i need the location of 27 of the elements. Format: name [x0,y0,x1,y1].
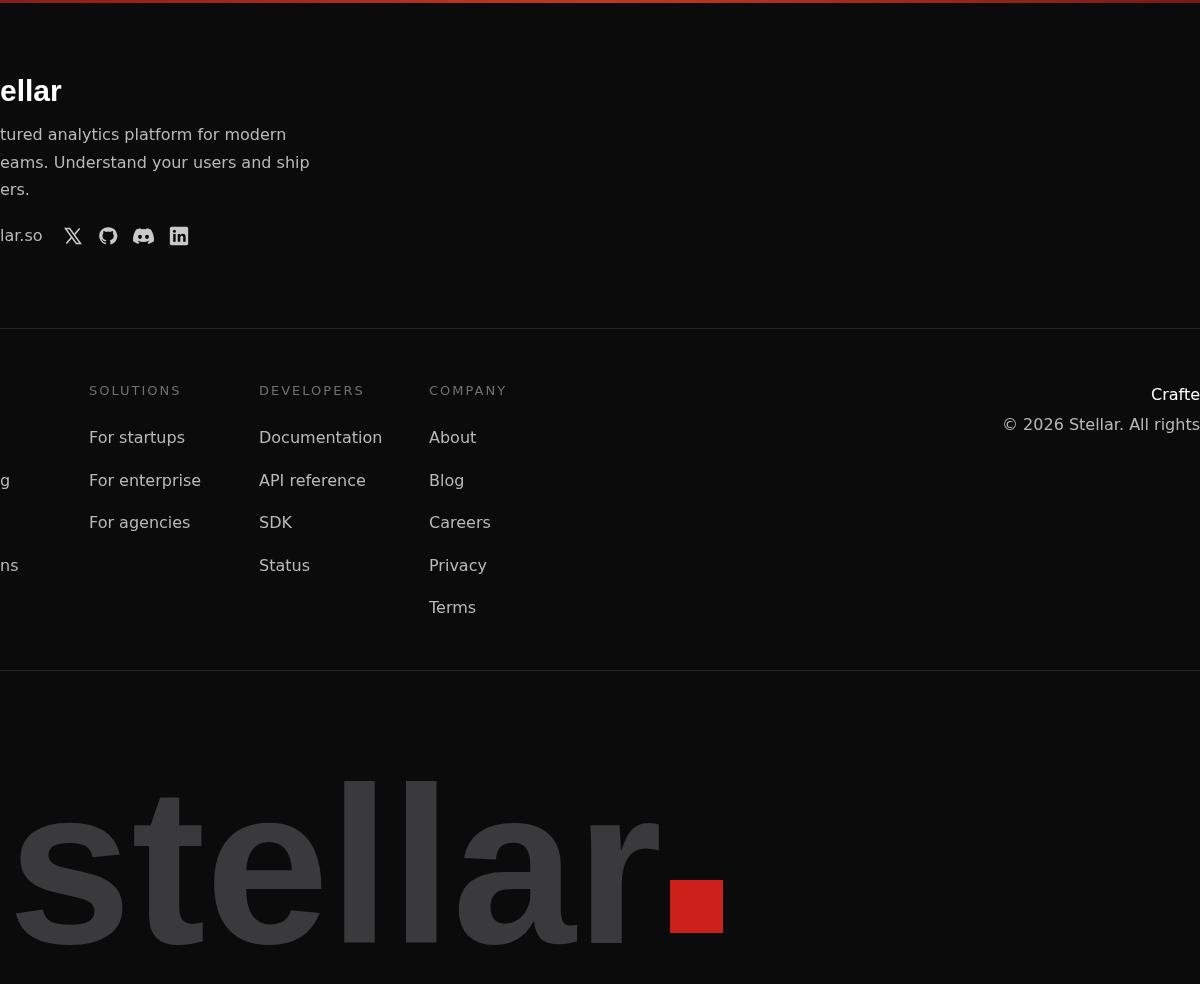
footer-link[interactable]: ns [0,554,19,577]
footer-link[interactable]: For startups [89,427,185,449]
footer-link[interactable]: For agencies [89,512,191,534]
footer-link[interactable]: SDK [259,512,292,534]
footer-link[interactable]: Blog [429,469,465,492]
copyright-text: © 2026 Stellar. All rights [1002,414,1200,436]
column-heading: DEVELOPERS [259,382,365,400]
footer-link[interactable]: API reference [259,469,366,492]
accent-square [670,880,724,933]
brand-description: tured analytics platform for modern eams. Understand your users and ship ers. [0,124,311,201]
brand-name: ellar [0,73,62,109]
email-link[interactable]: lar.so [0,226,43,245]
github-logo-icon[interactable] [97,225,118,246]
footer-link[interactable]: For enterprise [89,469,202,492]
footer-link[interactable]: About [429,427,477,449]
column-heading: SOLUTIONS [89,382,182,400]
linkedin-logo-icon[interactable] [168,225,189,246]
discord-logo-icon[interactable] [132,227,154,244]
footer-link[interactable]: g [0,469,11,492]
footer-link[interactable]: Status [259,554,310,577]
footer-link[interactable]: Documentation [259,427,383,449]
crafted-text: Crafte [1150,384,1200,406]
x-logo-icon[interactable] [62,225,83,246]
column-heading: COMPANY [429,382,508,400]
footer-link[interactable]: Privacy [429,554,487,577]
footer-link[interactable]: Terms [429,597,477,619]
footer-link[interactable]: Careers [429,512,491,534]
